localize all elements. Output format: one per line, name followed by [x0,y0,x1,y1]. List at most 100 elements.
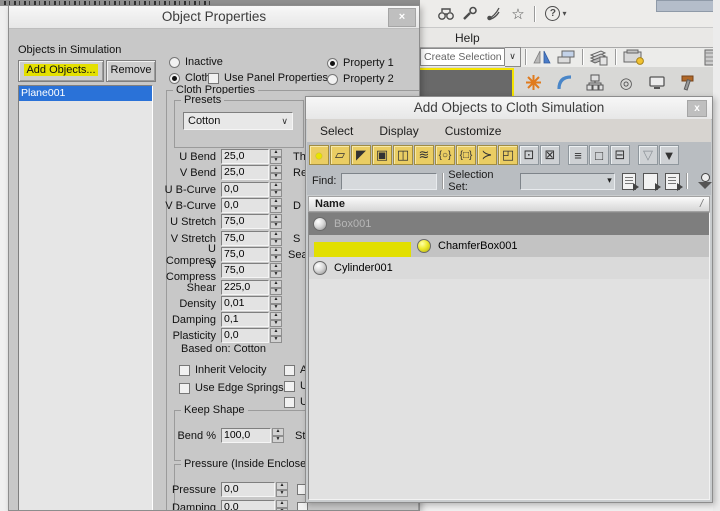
param-spinner[interactable] [270,296,282,311]
list-item[interactable]: Plane001 [19,86,152,101]
param-field[interactable]: 0,0 [221,182,269,197]
modify-tab-icon[interactable] [550,70,578,96]
lights-filter-icon[interactable]: ◤ [351,145,371,165]
bend-field[interactable]: 100,0 [221,428,271,443]
selection-set-dropdown[interactable]: ▾ [520,173,615,190]
param-field[interactable]: 0,0 [221,328,269,343]
param-spinner[interactable] [270,165,282,180]
param-field[interactable]: 0,1 [221,312,269,327]
containers-filter-icon[interactable]: ◰ [498,145,518,165]
use-edge-springs-checkbox[interactable]: Use Edge Springs [179,382,284,394]
cloth-radio[interactable]: Cloth [169,72,211,84]
param-field[interactable]: 75,0 [221,247,269,262]
param-field[interactable]: 75,0 [221,263,269,278]
groups-filter-icon[interactable]: {○} [435,145,455,165]
add-objects-titlebar[interactable]: Add Objects to Cloth Simulation [306,97,712,120]
objects-list[interactable]: Box001 ChamferBox001 Cylinder001 [308,212,710,500]
frozen-filter-icon[interactable]: ⊡ [519,145,539,165]
find-input[interactable] [341,173,437,190]
shapes-filter-icon[interactable]: ▱ [330,145,350,165]
helpers-filter-icon[interactable]: ◫ [393,145,413,165]
use-panel-properties-checkbox[interactable]: Use Panel Properties [208,72,328,84]
hidden-filter-icon[interactable]: ⊠ [540,145,560,165]
cameras-filter-icon[interactable]: ▣ [372,145,392,165]
param-field[interactable]: 25,0 [221,165,269,180]
hierarchy-tab-icon[interactable] [581,70,609,96]
filter-funnel-icon[interactable]: ▽ [638,145,658,165]
combo-dropdown-icon[interactable]: ∨ [505,47,521,67]
close-icon[interactable]: x [687,100,707,117]
param-spinner[interactable] [270,280,282,295]
favorites-star-icon[interactable]: ☆ [506,3,530,25]
select-all-icon[interactable] [622,173,637,190]
param-spinner[interactable] [270,198,282,213]
param-field[interactable]: 25,0 [221,149,269,164]
param-spinner[interactable] [272,428,284,443]
pressure-field[interactable]: 0,0 [221,482,275,497]
param-spinner[interactable] [270,149,282,164]
search-binoculars-icon[interactable] [434,3,458,25]
param-spinner[interactable] [270,231,282,246]
inherit-velocity-checkbox[interactable]: Inherit Velocity [179,364,267,376]
select-none-icon[interactable] [643,173,658,190]
param-field[interactable]: 0,0 [221,198,269,213]
list-row-chamferbox001[interactable]: ChamferBox001 [309,235,709,257]
help-icon[interactable]: ? ▾ [539,3,573,25]
param-spinner[interactable] [276,500,288,511]
param-spinner[interactable] [270,328,282,343]
param-spinner[interactable] [270,214,282,229]
param-field[interactable]: 75,0 [221,231,269,246]
layers-icon[interactable] [554,48,578,66]
named-selection-set-combo[interactable]: Create Selection Se [420,48,505,66]
partial-checkbox[interactable] [297,502,308,511]
menu-display[interactable]: Display [379,124,418,138]
spacewarps-filter-icon[interactable]: ≋ [414,145,434,165]
damping-field[interactable]: 0,0 [221,500,275,511]
named-selection-sets-icon[interactable] [697,173,712,189]
bones-filter-icon[interactable]: ≻ [477,145,497,165]
menu-select[interactable]: Select [320,124,353,138]
inactive-radio[interactable]: Inactive [169,56,223,68]
filter-set-icon[interactable]: ▼ [659,145,679,165]
menu-customize[interactable]: Customize [445,124,502,138]
menu-help[interactable]: Help [455,31,480,45]
param-spinner[interactable] [276,482,288,497]
create-tab-icon[interactable] [519,70,547,96]
param-spinner[interactable] [270,182,282,197]
main-toolbar: Create Selection Se ∨ [420,47,720,67]
mirror-icon[interactable] [530,48,554,66]
xrefs-filter-icon[interactable]: {□} [456,145,476,165]
param-field[interactable]: 75,0 [221,214,269,229]
property1-radio[interactable]: Property 1 [327,57,394,69]
select-invert-icon[interactable] [665,173,680,190]
communication-antenna-icon[interactable] [482,3,506,25]
param-spinner[interactable] [270,263,282,278]
utilities-tab-icon[interactable] [674,70,702,96]
scene-layers-stack-icon[interactable] [587,48,611,66]
list-row-cylinder001[interactable]: Cylinder001 [309,257,709,279]
display-tab-icon[interactable] [643,70,671,96]
list-header[interactable]: Name / [308,196,710,212]
param-spinner[interactable] [270,247,282,262]
param-field[interactable]: 225,0 [221,280,269,295]
object-properties-titlebar[interactable]: Object Properties [9,6,419,29]
view-columns-icon[interactable]: ⊟ [610,145,630,165]
view-blank-icon[interactable]: □ [589,145,609,165]
name-column-header[interactable]: Name [315,198,345,210]
view-outline-icon[interactable]: ≡ [568,145,588,165]
remove-button[interactable]: Remove [106,60,156,82]
render-setup-icon[interactable] [620,48,650,66]
param-field[interactable]: 0,01 [221,296,269,311]
list-row-box001[interactable]: Box001 [309,213,709,235]
active-viewport-fragment[interactable] [420,68,514,98]
property2-radio[interactable]: Property 2 [327,73,394,85]
wrench-icon[interactable] [458,3,482,25]
param-spinner[interactable] [270,312,282,327]
add-objects-button[interactable]: Add Objects... [18,60,104,82]
presets-dropdown[interactable]: Cotton ∨ [183,112,293,130]
close-icon[interactable]: × [388,8,416,27]
geometry-filter-icon[interactable]: ● [309,145,329,165]
partial-checkbox[interactable]: A [284,364,307,376]
motion-tab-icon[interactable]: ◎ [612,70,640,96]
simulation-objects-list[interactable]: Plane001 [18,85,153,511]
